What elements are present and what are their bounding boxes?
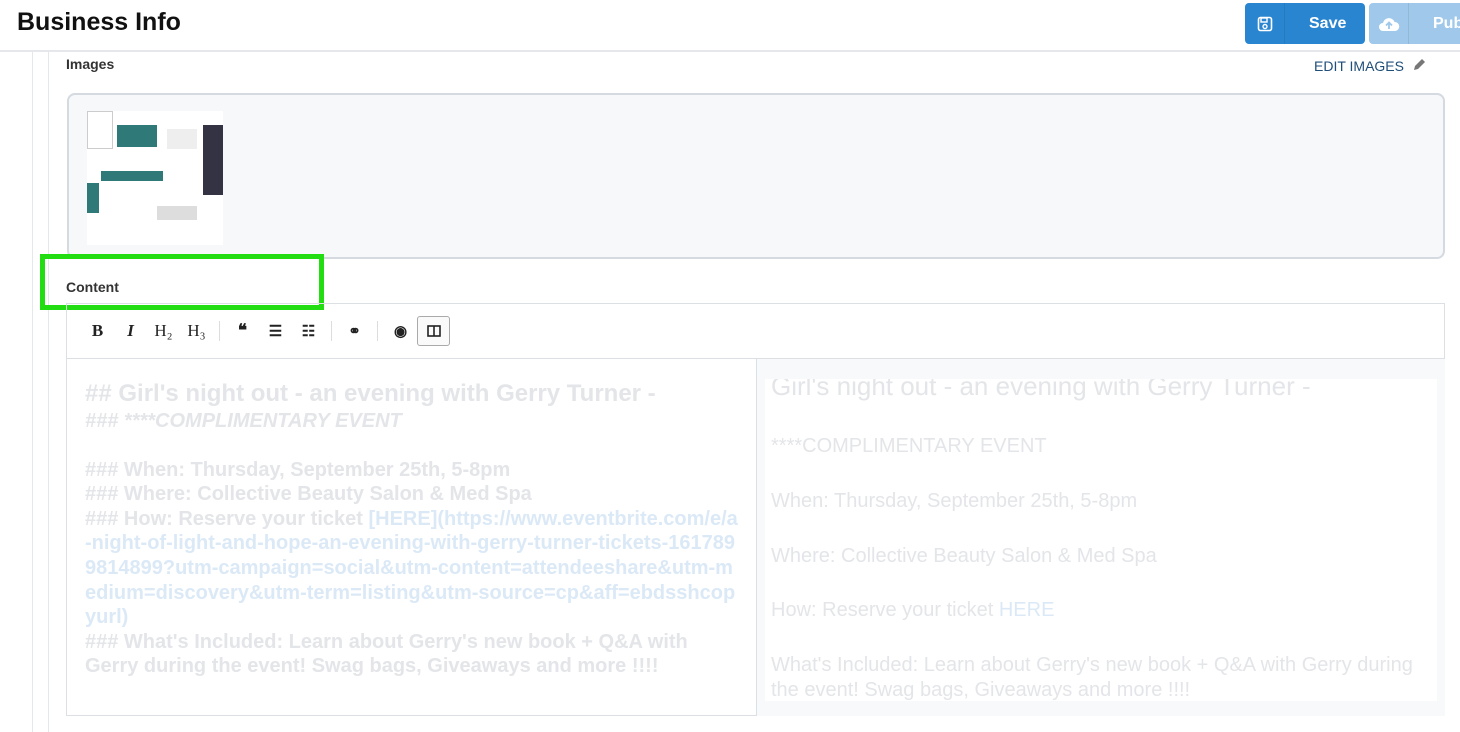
save-label: Save — [1309, 14, 1347, 32]
bulleted-list-icon[interactable]: ☰ — [259, 316, 292, 346]
cloud-upload-icon — [1369, 3, 1409, 44]
md-line: ### When: Thursday, September 25th, 5-8p… — [85, 458, 511, 481]
drag-handle-icon[interactable] — [87, 111, 113, 149]
images-container — [67, 93, 1445, 259]
edit-images-link[interactable]: EDIT IMAGES — [1314, 57, 1427, 75]
preview-pane: Girl's night out - an evening with Gerry… — [757, 359, 1445, 716]
images-label: Images — [66, 56, 115, 72]
preview-eye-icon[interactable]: ◉ — [384, 316, 417, 346]
event-flyer-image[interactable] — [87, 111, 223, 245]
content-label: Content — [66, 279, 119, 295]
publish-button[interactable]: Pub — [1369, 3, 1460, 44]
top-bar: Business Info Save Pub — [0, 0, 1460, 52]
side-by-side-icon[interactable] — [417, 316, 450, 346]
preview-heading: Girl's night out - an evening with Gerry… — [771, 379, 1311, 401]
markdown-editor: B I H₂ H₃ ❝ ☰ ☷ ⚭ ◉ ## Girl's night out … — [66, 303, 1445, 716]
page-title: Business Info — [17, 8, 181, 36]
heading2-button[interactable]: H₂ — [147, 316, 180, 346]
heading3-button[interactable]: H₃ — [180, 316, 213, 346]
md-line: ### Where: Collective Beauty Salon & Med… — [85, 483, 532, 506]
save-button[interactable]: Save — [1245, 3, 1365, 44]
pencil-icon — [1412, 57, 1427, 75]
editor-toolbar: B I H₂ H₃ ❝ ☰ ☷ ⚭ ◉ — [67, 304, 1444, 359]
preview-text: What's Included: Learn about Gerry's new… — [771, 654, 1413, 676]
md-line: ### What's Included: Learn about Gerry's… — [85, 630, 688, 678]
divider — [32, 52, 33, 732]
preview-text: Where: Collective Beauty Salon & Med Spa — [771, 545, 1157, 567]
preview-text: How: Reserve your ticket — [771, 599, 999, 621]
preview-text: When: Thursday, September 25th, 5-8pm — [771, 490, 1138, 512]
preview-text: the event! Swag bags, Giveaways and more… — [771, 679, 1191, 701]
edit-images-label: EDIT IMAGES — [1314, 58, 1404, 74]
divider — [48, 52, 49, 732]
numbered-list-icon[interactable]: ☷ — [292, 316, 325, 346]
italic-button[interactable]: I — [114, 316, 147, 346]
md-line: ### ****COMPLIMENTARY EVENT — [85, 410, 402, 432]
publish-label: Pub — [1433, 14, 1460, 32]
bold-button[interactable]: B — [81, 316, 114, 346]
link-icon[interactable]: ⚭ — [338, 316, 371, 346]
preview-text: ****COMPLIMENTARY EVENT — [771, 435, 1047, 457]
md-line: ### How: Reserve your ticket — [85, 507, 369, 530]
quote-icon[interactable]: ❝ — [226, 316, 259, 346]
md-line: ## Girl's night out - an evening with Ge… — [85, 380, 656, 407]
markdown-input[interactable]: ## Girl's night out - an evening with Ge… — [67, 359, 757, 716]
preview-link[interactable]: HERE — [999, 599, 1055, 621]
floppy-disk-icon — [1245, 3, 1285, 44]
